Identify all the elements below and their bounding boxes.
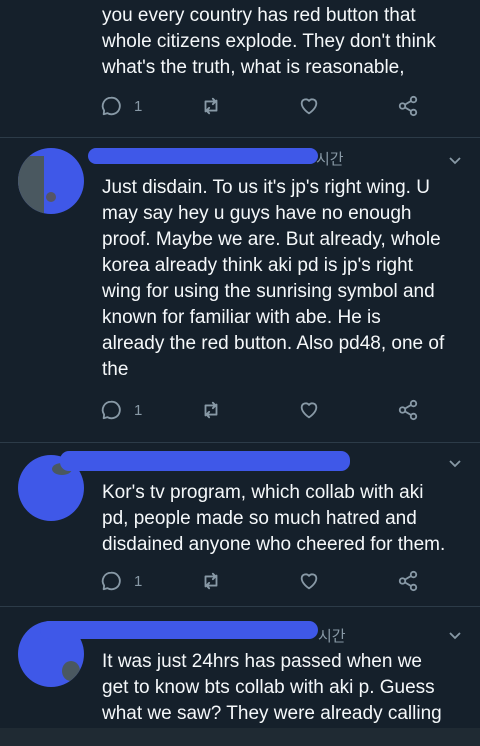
retweet-button[interactable] bbox=[200, 569, 222, 593]
like-icon bbox=[300, 98, 318, 115]
redacted-username bbox=[60, 451, 350, 471]
retweet-icon bbox=[204, 97, 218, 115]
share-icon bbox=[398, 570, 418, 592]
reply-icon bbox=[101, 571, 121, 591]
reply-button[interactable]: 1 bbox=[100, 569, 142, 593]
tweet-text-line: you every country has red button that bbox=[102, 5, 416, 26]
share-button[interactable] bbox=[397, 569, 419, 593]
redacted-username bbox=[88, 148, 318, 164]
tweet-text-line: It was just 24hrs has passed when we bbox=[102, 651, 423, 672]
reply-count: 1 bbox=[134, 401, 143, 419]
reply-icon bbox=[101, 96, 121, 116]
tweet-text: Kor's tv program, which collab with aki … bbox=[102, 480, 462, 558]
share-button[interactable] bbox=[397, 398, 419, 422]
bottom-edge bbox=[0, 728, 480, 746]
tweet[interactable]: you every country has red button that wh… bbox=[0, 0, 480, 136]
tweet-text: you every country has red button that wh… bbox=[102, 3, 462, 81]
like-icon bbox=[300, 402, 318, 419]
chevron-down-icon[interactable] bbox=[448, 457, 462, 471]
tweet-text: Just disdain. To us it's jp's right wing… bbox=[102, 175, 462, 383]
tweet-text-line: known for familiar with abe. He is bbox=[102, 307, 381, 328]
tweet-text-line: Just disdain. To us it's jp's right wing… bbox=[102, 177, 430, 198]
tweet-text-line: what's the truth, what is reasonable, bbox=[102, 57, 405, 78]
share-icon bbox=[398, 95, 418, 117]
retweet-icon bbox=[204, 401, 218, 419]
reply-count: 1 bbox=[134, 572, 143, 590]
tweet-text-line: get to know bts collab with aki p. Guess bbox=[102, 677, 435, 698]
tweet-text-line: proof. Maybe we are. But already, whole bbox=[102, 229, 441, 250]
like-button[interactable] bbox=[298, 569, 320, 593]
tweet-text-line: Kor's tv program, which collab with aki bbox=[102, 482, 424, 503]
tweet[interactable]: 시간 Just disdain. To us it's jp's right w… bbox=[0, 138, 480, 438]
tweet-actions: 1 bbox=[100, 94, 430, 118]
share-icon bbox=[398, 399, 418, 421]
like-button[interactable] bbox=[298, 94, 320, 118]
tweet-text-line: the bbox=[102, 359, 129, 380]
reply-button[interactable]: 1 bbox=[100, 398, 142, 422]
redacted-username bbox=[40, 621, 318, 639]
avatar[interactable] bbox=[18, 148, 84, 214]
tweet-text: It was just 24hrs has passed when we get… bbox=[102, 649, 462, 727]
reply-count: 1 bbox=[134, 97, 143, 115]
chevron-down-icon[interactable] bbox=[448, 154, 462, 168]
tweet[interactable]: Kor's tv program, which collab with aki … bbox=[0, 443, 480, 603]
tweet-text-line: pd, people made so much hatred and bbox=[102, 508, 417, 529]
tweet-text-line: whole citizens explode. They don't think bbox=[102, 31, 436, 52]
tweet-time: 시간 bbox=[316, 150, 344, 168]
tweet-text-line: disdained anyone who cheered for them. bbox=[102, 534, 446, 555]
tweet-text-line: wing for using the sunrising symbol and bbox=[102, 281, 435, 302]
like-button[interactable] bbox=[298, 398, 320, 422]
share-button[interactable] bbox=[397, 94, 419, 118]
tweet-text-line: already the red button. Also pd48, one o… bbox=[102, 333, 445, 354]
retweet-button[interactable] bbox=[200, 94, 222, 118]
tweet-text-line: may say hey u guys have no enough bbox=[102, 203, 412, 224]
tweet[interactable]: 시간 It was just 24hrs has passed when we … bbox=[0, 607, 480, 728]
reply-button[interactable]: 1 bbox=[100, 94, 142, 118]
tweet-actions: 1 bbox=[100, 569, 430, 593]
retweet-icon bbox=[204, 572, 218, 590]
tweet-actions: 1 bbox=[100, 398, 430, 422]
tweet-text-line: what we saw? They were already calling bbox=[102, 703, 442, 724]
reply-icon bbox=[101, 400, 121, 420]
tweet-text-line: korea already think aki pd is jp's right bbox=[102, 255, 413, 276]
tweet-time: 시간 bbox=[318, 627, 346, 645]
like-icon bbox=[300, 573, 318, 590]
retweet-button[interactable] bbox=[200, 398, 222, 422]
chevron-down-icon[interactable] bbox=[448, 629, 462, 643]
